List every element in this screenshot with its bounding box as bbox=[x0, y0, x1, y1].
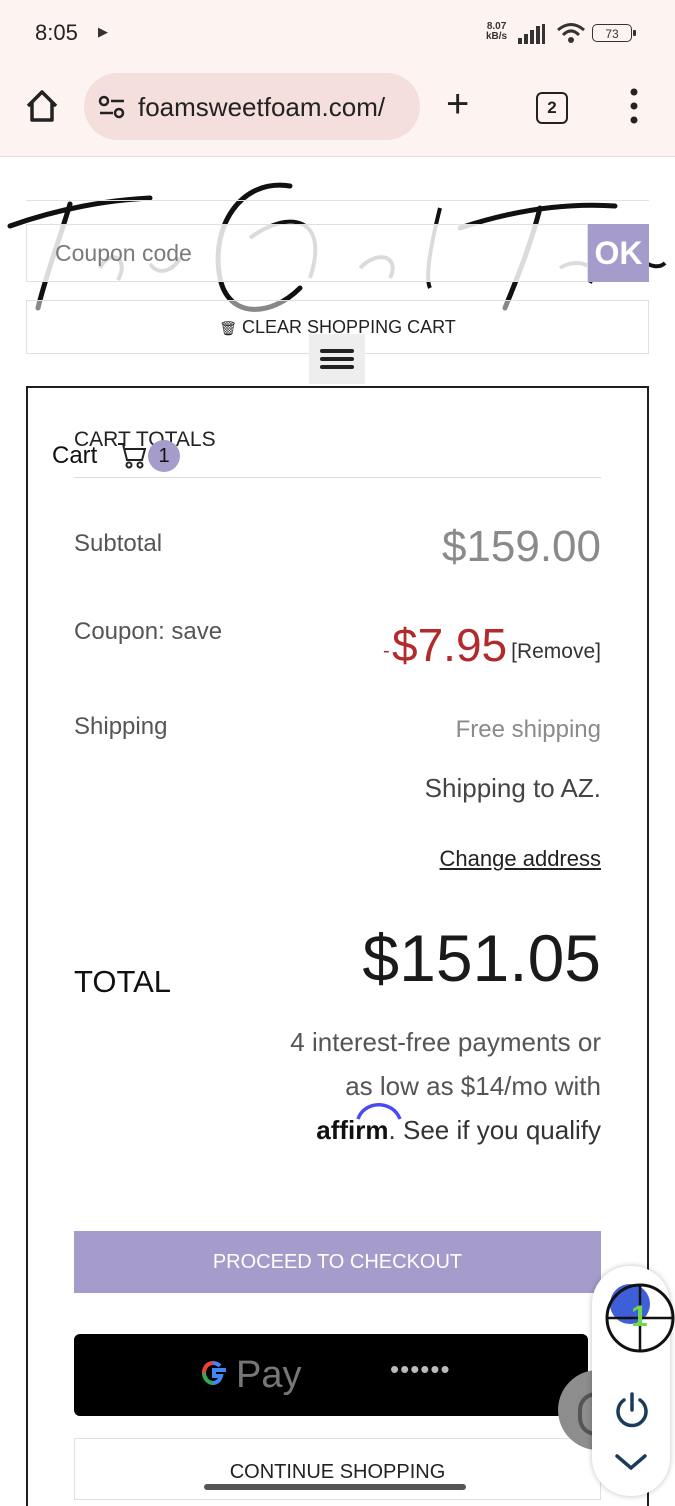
coupon-discount-value: $7.95 bbox=[392, 619, 508, 671]
play-icon: ▶ bbox=[98, 24, 108, 39]
cart-icon[interactable] bbox=[116, 440, 148, 470]
shipping-destination: Shipping to AZ. bbox=[424, 773, 601, 803]
tab-switcher-icon[interactable]: 2 bbox=[536, 92, 568, 124]
status-bar: 8:05 ▶ 8.07 kB/s 73 bbox=[0, 0, 675, 66]
coupon-minus-sign: - bbox=[383, 640, 390, 662]
affirm-qualify-link[interactable]: . See if you qualify bbox=[389, 1115, 601, 1145]
plus-icon[interactable]: + bbox=[446, 84, 469, 124]
battery-indicator: 73 bbox=[592, 24, 636, 42]
more-vert-icon[interactable] bbox=[620, 86, 648, 126]
gesture-bar bbox=[204, 1484, 466, 1490]
apply-coupon-button[interactable]: OK bbox=[588, 224, 649, 282]
url-bar[interactable]: foamsweetfoam.com/ bbox=[84, 73, 420, 140]
net-speed: 8.07 kB/s bbox=[486, 22, 507, 42]
site-settings-icon[interactable] bbox=[98, 95, 126, 119]
net-speed-unit: kB/s bbox=[486, 31, 508, 42]
card-mask: •••••• bbox=[390, 1354, 451, 1384]
hamburger-icon[interactable] bbox=[309, 334, 365, 384]
marker-number: 1 bbox=[631, 1300, 648, 1333]
affirm-logo: affirm bbox=[316, 1103, 402, 1145]
subtotal-label: Subtotal bbox=[74, 530, 163, 557]
wifi-icon bbox=[557, 23, 585, 43]
signal-icon bbox=[518, 24, 545, 44]
google-g-icon bbox=[201, 1360, 226, 1386]
trash-icon: 🗑 bbox=[219, 320, 238, 336]
url-text: foamsweetfoam.com/ bbox=[138, 92, 386, 122]
total-label: TOTAL bbox=[74, 964, 172, 999]
proceed-to-checkout-button[interactable]: PROCEED TO CHECKOUT bbox=[74, 1231, 601, 1293]
affirm-promo[interactable]: affirm. See if you qualify bbox=[316, 1103, 601, 1146]
shipping-label: Shipping bbox=[74, 713, 168, 740]
divider bbox=[26, 200, 649, 201]
affirm-line-1: 4 interest-free payments or bbox=[290, 1027, 601, 1057]
remove-coupon-link[interactable]: [Remove] bbox=[511, 640, 601, 664]
change-address-link[interactable]: Change address bbox=[440, 846, 601, 872]
power-icon[interactable] bbox=[612, 1390, 652, 1430]
total-value: $151.05 bbox=[362, 921, 601, 995]
status-time: 8:05 bbox=[35, 20, 78, 45]
google-pay-button[interactable]: Pay •••••• bbox=[74, 1334, 588, 1416]
divider bbox=[74, 477, 601, 478]
continue-shopping-button[interactable]: CONTINUE SHOPPING bbox=[74, 1438, 601, 1500]
browser-toolbar: foamsweetfoam.com/ + 2 bbox=[0, 66, 675, 157]
gpay-label: Pay bbox=[236, 1354, 302, 1396]
chevron-down-icon[interactable] bbox=[614, 1452, 648, 1472]
affirm-line-2: as low as $14/mo with bbox=[345, 1071, 601, 1101]
cart-count-badge: 1 bbox=[148, 440, 180, 472]
coupon-code-input[interactable] bbox=[26, 224, 588, 282]
coupon-label: Coupon: save bbox=[74, 618, 223, 645]
cart-link[interactable]: Cart bbox=[52, 442, 97, 470]
shipping-value: Free shipping bbox=[455, 716, 601, 743]
subtotal-value: $159.00 bbox=[441, 522, 601, 571]
home-icon[interactable] bbox=[22, 86, 62, 126]
